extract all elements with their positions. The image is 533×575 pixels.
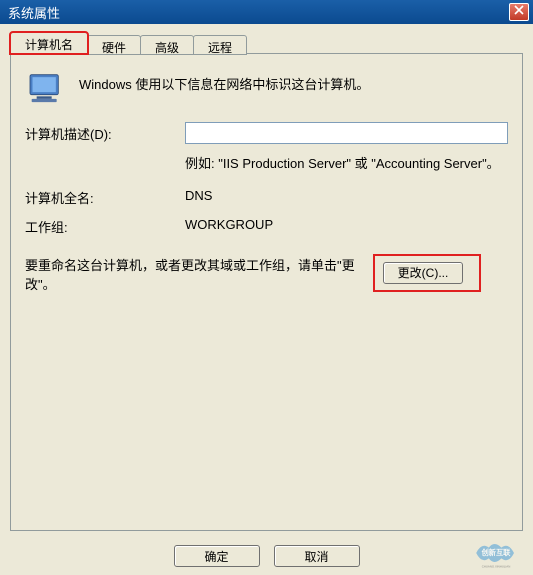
fullname-value: DNS [185,188,212,207]
close-button[interactable] [509,3,529,21]
tab-computer-name[interactable]: 计算机名 [10,32,88,54]
fullname-label: 计算机全名: [25,188,185,207]
description-example: 例如: "IIS Production Server" 或 "Accountin… [185,154,508,174]
description-input[interactable] [185,122,508,144]
workgroup-label: 工作组: [25,217,185,236]
tabs: 计算机名 硬件 高级 远程 [10,32,523,54]
workgroup-row: 工作组: WORKGROUP [25,217,508,236]
change-button[interactable]: 更改(C)... [383,262,463,284]
change-button-highlight: 更改(C)... [375,256,479,290]
tab-hardware[interactable]: 硬件 [87,35,141,55]
description-row: 计算机描述(D): [25,122,508,144]
dialog-buttons: 确定 取消 [0,545,533,567]
ok-button[interactable]: 确定 [174,545,260,567]
workgroup-value: WORKGROUP [185,217,273,236]
change-description: 要重命名这台计算机，或者更改其域或工作组，请单击"更改"。 [25,256,355,295]
tab-advanced[interactable]: 高级 [140,35,194,55]
tab-panel: Windows 使用以下信息在网络中标识这台计算机。 计算机描述(D): 例如:… [10,53,523,531]
cancel-button[interactable]: 取消 [274,545,360,567]
intro-row: Windows 使用以下信息在网络中标识这台计算机。 [25,68,508,108]
fullname-row: 计算机全名: DNS [25,188,508,207]
computer-icon [25,68,65,108]
intro-text: Windows 使用以下信息在网络中标识这台计算机。 [79,68,369,93]
window-title: 系统属性 [8,3,60,22]
dialog-body: 计算机名 硬件 高级 远程 Windows 使用以下信息在网络中标识这台计算机。… [0,24,533,575]
change-row: 要重命名这台计算机，或者更改其域或工作组，请单击"更改"。 更改(C)... [25,256,508,295]
titlebar: 系统属性 [0,0,533,24]
tab-remote[interactable]: 远程 [193,35,247,55]
description-label: 计算机描述(D): [25,124,185,143]
